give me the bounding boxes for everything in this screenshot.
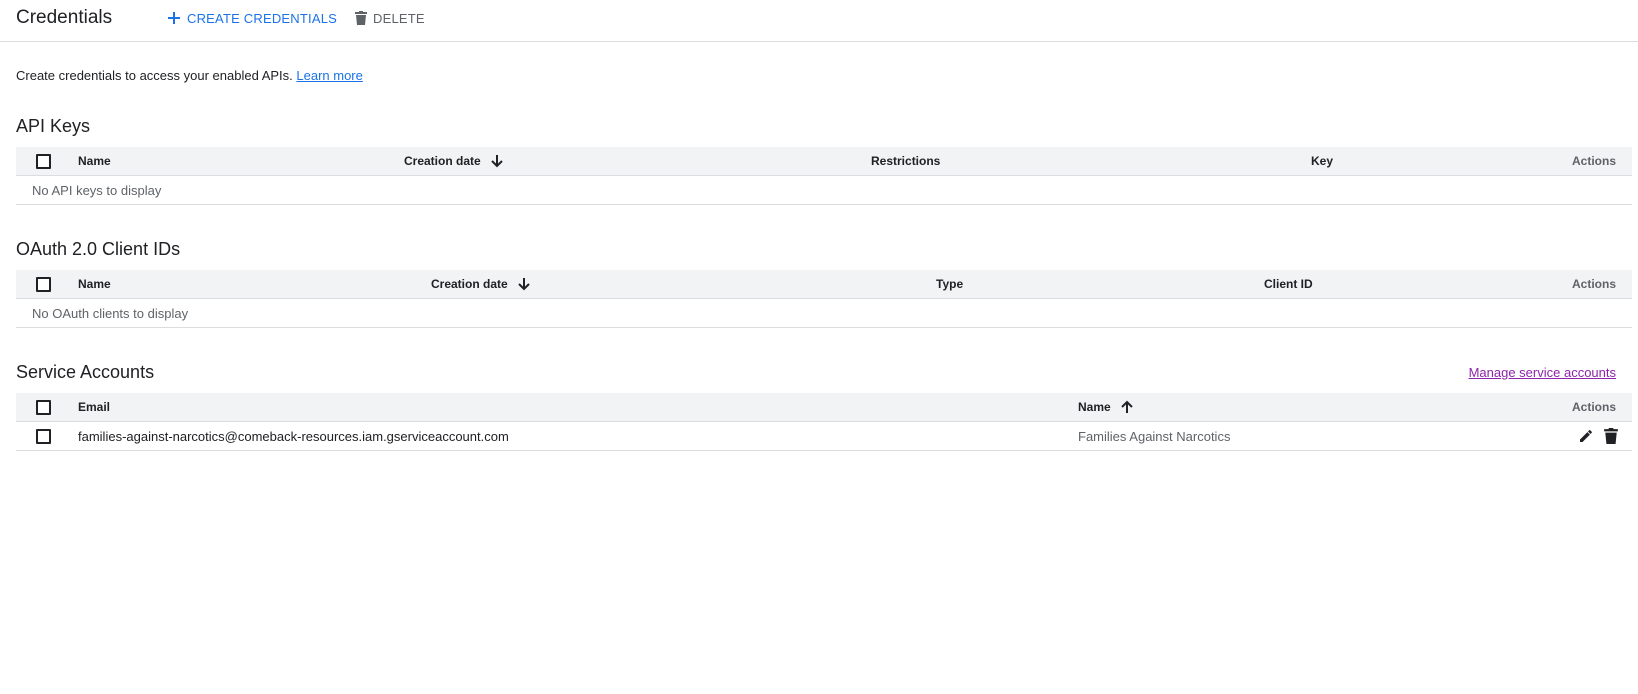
column-creation-date[interactable]: Creation date xyxy=(431,270,530,298)
arrow-down-icon xyxy=(490,154,503,168)
column-key: Key xyxy=(1311,154,1334,168)
plus-icon xyxy=(167,11,181,25)
api-keys-title: API Keys xyxy=(16,116,91,136)
arrow-down-icon xyxy=(517,277,530,291)
service-account-email: families-against-narcotics@comeback-reso… xyxy=(78,428,509,444)
column-name[interactable]: Name xyxy=(1078,393,1133,421)
api-keys-table-header: Name Creation date Restrictions Key Acti… xyxy=(16,147,1632,176)
toolbar: Credentials CREATE CREDENTIALS DELETE xyxy=(0,0,1638,42)
oauth-title: OAuth 2.0 Client IDs xyxy=(16,239,181,259)
intro-text: Create credentials to access your enable… xyxy=(16,67,363,85)
page-title: Credentials xyxy=(16,7,113,28)
pencil-icon[interactable] xyxy=(1578,428,1594,444)
row-checkbox[interactable] xyxy=(36,429,51,444)
column-restrictions: Restrictions xyxy=(871,154,941,168)
column-name-label: Name xyxy=(1078,400,1111,414)
table-row: families-against-narcotics@comeback-reso… xyxy=(16,422,1632,451)
intro-description: Create credentials to access your enable… xyxy=(16,68,293,83)
service-accounts-title: Service Accounts xyxy=(16,362,155,382)
oauth-table-header: Name Creation date Type Client ID Action… xyxy=(16,270,1632,299)
trash-icon[interactable] xyxy=(1604,428,1618,444)
column-creation-date-label: Creation date xyxy=(404,154,481,168)
learn-more-link[interactable]: Learn more xyxy=(296,68,362,83)
api-keys-empty-row: No API keys to display xyxy=(16,176,1632,205)
oauth-empty-row: No OAuth clients to display xyxy=(16,299,1632,328)
trash-icon xyxy=(355,11,367,25)
service-account-name: Families Against Narcotics xyxy=(1078,428,1231,444)
column-actions: Actions xyxy=(1571,154,1616,168)
service-accounts-table-header: Email Name Actions xyxy=(16,393,1632,422)
oauth-select-all-checkbox[interactable] xyxy=(36,277,51,292)
create-credentials-label: CREATE CREDENTIALS xyxy=(187,10,337,26)
column-creation-date-label: Creation date xyxy=(431,277,508,291)
column-actions: Actions xyxy=(1571,400,1616,414)
delete-button[interactable]: DELETE xyxy=(355,8,425,28)
column-creation-date[interactable]: Creation date xyxy=(404,147,503,175)
column-client-id: Client ID xyxy=(1264,277,1313,291)
column-name[interactable]: Name xyxy=(78,270,111,298)
delete-label: DELETE xyxy=(373,10,425,26)
create-credentials-button[interactable]: CREATE CREDENTIALS xyxy=(167,8,337,28)
column-name[interactable]: Name xyxy=(78,147,111,175)
api-keys-select-all-checkbox[interactable] xyxy=(36,154,51,169)
service-accounts-select-all-checkbox[interactable] xyxy=(36,400,51,415)
column-email[interactable]: Email xyxy=(78,393,110,421)
arrow-up-icon xyxy=(1120,400,1133,414)
manage-service-accounts-link[interactable]: Manage service accounts xyxy=(1469,364,1616,382)
column-actions: Actions xyxy=(1571,277,1616,291)
oauth-empty-message: No OAuth clients to display xyxy=(32,305,189,321)
api-keys-empty-message: No API keys to display xyxy=(32,182,162,198)
column-type: Type xyxy=(936,277,964,291)
